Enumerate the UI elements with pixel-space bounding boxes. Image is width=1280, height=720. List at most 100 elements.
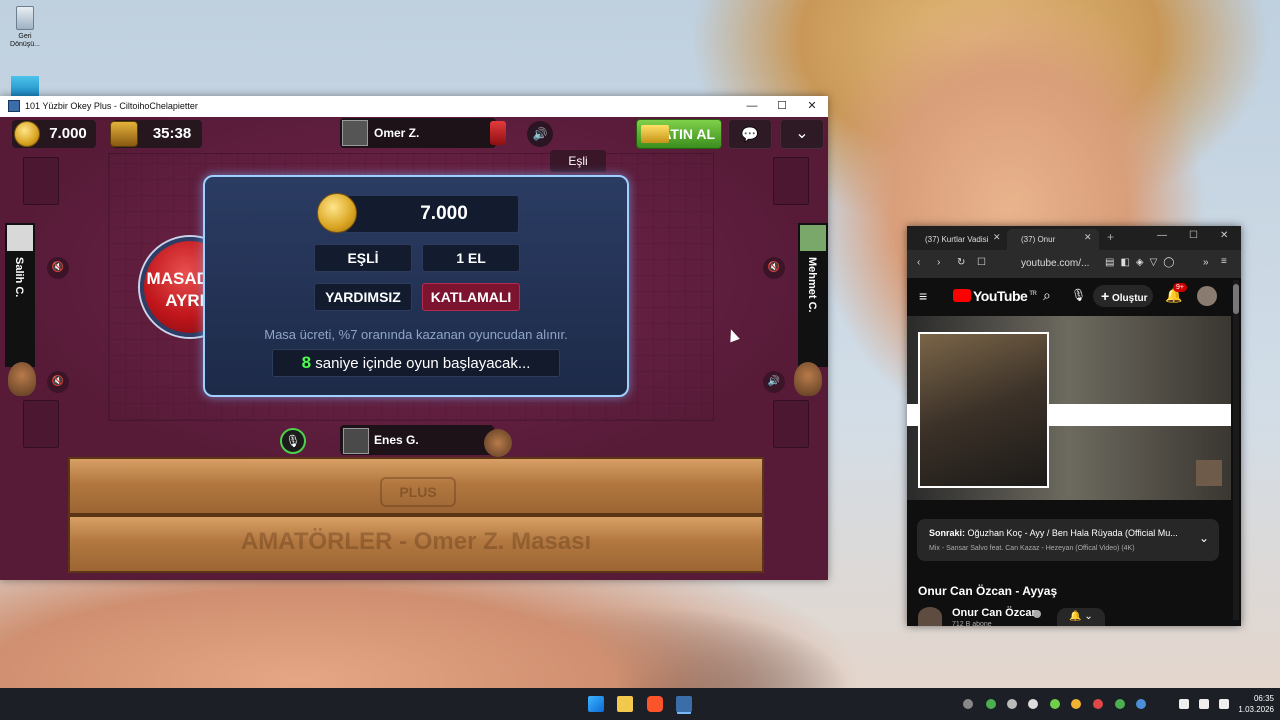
video-thumbnail (918, 332, 1049, 488)
chevron-down-icon[interactable]: ⌄ (1199, 531, 1209, 545)
more-icon[interactable]: » (1203, 257, 1209, 268)
rack-logo: PLUS (380, 477, 456, 507)
bottom-player-name: Enes G. (374, 433, 419, 447)
right-gift-icon[interactable] (794, 362, 822, 396)
game-titlebar[interactable]: 101 Yüzbir Okey Plus - CiltoihoChelapiet… (0, 96, 828, 117)
hamburger-icon[interactable]: ≡ (919, 288, 927, 304)
left-player[interactable]: Salih C. (5, 223, 35, 367)
maximize-button[interactable]: ☐ (768, 98, 796, 115)
right-player-mute-icon[interactable]: 🔇 (763, 257, 785, 279)
tray-icon[interactable] (1007, 699, 1017, 709)
red-tile-icon (490, 121, 506, 145)
up-next-mix: Mix - Sansar Salvo feat. Can Kazaz - Hez… (929, 545, 1135, 552)
channel-avatar[interactable] (918, 607, 942, 626)
wifi-icon[interactable] (1179, 699, 1189, 709)
microphone-icon: 🎙 (285, 434, 301, 448)
partner-label: Eşli (568, 154, 588, 168)
browser-tab-label: (37) Onur (1021, 235, 1056, 244)
left-player-sound-icon[interactable]: 🔇 (47, 371, 69, 393)
microphone-button[interactable]: 🎙 (280, 428, 306, 454)
browser-close-button[interactable]: ✕ (1220, 230, 1228, 241)
youtube-logo-text: YouTube (973, 288, 1028, 304)
minimize-button[interactable]: — (738, 98, 766, 115)
tile-slot[interactable] (23, 400, 59, 448)
volume-icon[interactable] (1199, 699, 1209, 709)
treasure-chest-icon (110, 121, 138, 147)
left-player-mute-icon[interactable]: 🔇 (47, 257, 69, 279)
browser-maximize-button[interactable]: ☐ (1189, 230, 1198, 241)
tray-icon[interactable] (963, 699, 973, 709)
notification-badge: 9+ (1173, 283, 1187, 292)
browser-menu-icon[interactable]: ≡ (1221, 256, 1227, 267)
extensions-icon[interactable]: ▤◧◈▽◯ (1105, 257, 1180, 268)
type-chip: KATLAMALI (422, 283, 520, 311)
avatar[interactable] (1197, 286, 1217, 306)
right-player-sound-icon[interactable]: 🔊 (763, 371, 785, 393)
up-next-prefix: Sonraki: (929, 528, 966, 538)
channel-name[interactable]: Onur Can Özcan (952, 607, 1038, 619)
tray-icon[interactable] (1028, 699, 1038, 709)
browser-tab-strip: (37) Kurtlar Vadisi ✕ (37) Onur ✕ + — ☐ … (907, 226, 1241, 250)
mode-label: EŞLİ (347, 250, 379, 266)
rack-caption: AMATÖRLER - Omer Z. Masası (240, 528, 592, 555)
help-label: YARDIMSIZ (325, 289, 401, 305)
create-button[interactable]: + Oluştur (1093, 285, 1153, 307)
browser-minimize-button[interactable]: — (1157, 230, 1167, 241)
subscribe-bell-button[interactable]: 🔔 ⌄ (1057, 608, 1105, 626)
voice-search-icon[interactable]: 🎙 (1071, 288, 1086, 302)
tray-icon[interactable] (986, 699, 996, 709)
scrollbar[interactable] (1233, 280, 1239, 620)
up-next-title: Oğuzhan Koç - Ayy / Ben Hala Rüyada (Off… (967, 528, 1178, 538)
reload-icon[interactable]: ↻ (957, 257, 965, 268)
tray-icon[interactable] (1050, 699, 1060, 709)
browser-tab[interactable]: (37) Kurtlar Vadisi (911, 229, 1003, 250)
bottom-player-avatar (343, 428, 369, 454)
browser-tab-label: (37) Kurtlar Vadisi (925, 235, 989, 244)
left-gift-icon[interactable] (8, 362, 36, 396)
recycle-bin[interactable]: Geri Dönüşü... (8, 6, 42, 49)
tray-icon[interactable] (1115, 699, 1125, 709)
forward-icon[interactable]: › (937, 257, 940, 268)
recycle-bin-label: Geri Dönüşü... (10, 33, 40, 48)
tile-slot[interactable] (23, 157, 59, 205)
tray-icon[interactable] (1093, 699, 1103, 709)
menu-dropdown-button[interactable]: ⌄ (780, 119, 824, 149)
chat-button[interactable]: 💬 (728, 119, 772, 149)
search-icon[interactable]: ⌕ (1043, 287, 1051, 304)
tray-icon[interactable] (1136, 699, 1146, 709)
youtube-logo[interactable]: YouTube TR (953, 288, 1037, 304)
tile-slot[interactable] (773, 400, 809, 448)
create-label: Oluştur (1111, 293, 1148, 304)
subscriber-count: 712 B abone (952, 621, 992, 626)
tab-close-icon[interactable]: ✕ (993, 232, 1001, 243)
tray-icon[interactable] (1071, 699, 1081, 709)
up-next-card[interactable]: Sonraki: Oğuzhan Koç - Ayy / Ben Hala Rü… (917, 519, 1219, 561)
windows-start-icon[interactable] (588, 696, 604, 712)
file-explorer-icon[interactable] (617, 696, 633, 712)
type-label: KATLAMALI (430, 289, 512, 305)
url-text: youtube.com/... (1021, 258, 1090, 269)
close-button[interactable]: ✕ (798, 98, 826, 115)
bottom-gift-icon[interactable] (484, 429, 512, 457)
fee-note: Masa ücreti, %7 oranında kazanan oyuncud… (264, 327, 568, 342)
plus-icon: + (1101, 288, 1110, 304)
right-player[interactable]: Mehmet C. (798, 223, 828, 367)
tile-slot[interactable] (773, 157, 809, 205)
top-player-name: Omer Z. (374, 126, 420, 140)
address-bar[interactable]: youtube.com/... (997, 254, 1097, 274)
sound-button[interactable]: 🔊 (527, 121, 553, 147)
countdown-box: 8 saniye içinde oyun başlayacak... (272, 349, 560, 377)
desktop-app-icon[interactable] (11, 76, 39, 96)
gold-bars-icon (641, 125, 669, 143)
game-app-icon[interactable] (676, 696, 692, 712)
brave-browser-icon[interactable] (647, 696, 663, 712)
tab-close-icon[interactable]: ✕ (1084, 232, 1092, 243)
video-player[interactable] (907, 316, 1231, 500)
new-tab-button[interactable]: + (1107, 230, 1114, 244)
app-icon (8, 100, 20, 112)
recycle-bin-icon (16, 6, 34, 30)
back-icon[interactable]: ‹ (917, 257, 920, 268)
bookmark-icon[interactable]: ☐ (977, 257, 986, 268)
youtube-play-icon (953, 289, 971, 302)
clock[interactable]: 06:35 1.03.2026 (1228, 693, 1274, 715)
